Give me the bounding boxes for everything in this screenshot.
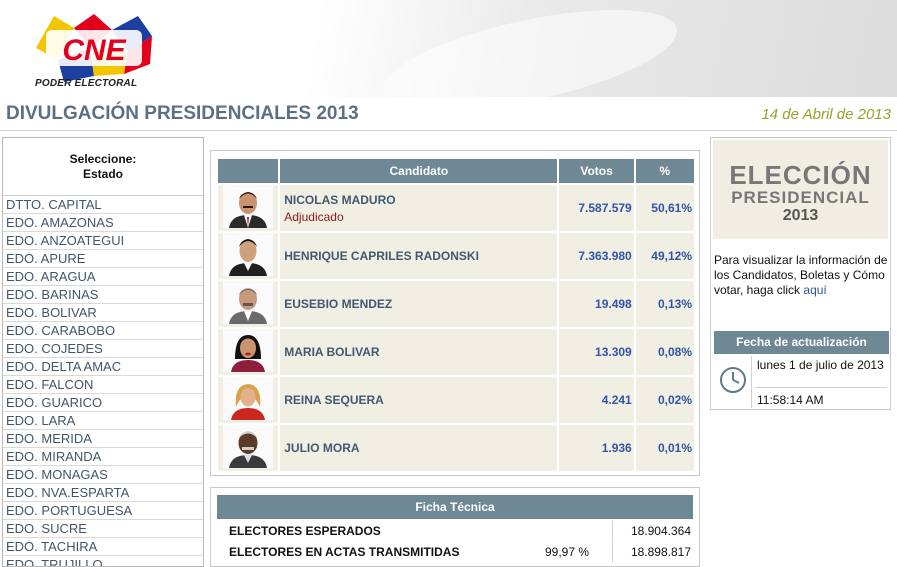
ficha-value: 18.898.817 (630, 545, 691, 559)
candidate-votes: 13.309 (559, 329, 634, 375)
candidate-photo (223, 233, 274, 276)
state-item[interactable]: EDO. PORTUGUESA (3, 502, 203, 520)
state-item[interactable]: EDO. TRUJILLO (3, 556, 203, 566)
candidate-pct: 0,13% (635, 281, 694, 327)
ficha-label: ELECTORES EN ACTAS TRANSMITIDAS (229, 545, 460, 559)
state-item[interactable]: EDO. BARINAS (3, 286, 203, 304)
state-item[interactable]: EDO. MERIDA (3, 430, 203, 448)
state-item[interactable]: EDO. NVA.ESPARTA (3, 484, 203, 502)
state-item[interactable]: EDO. SUCRE (3, 520, 203, 538)
candidate-name: EUSEBIO MENDEZ (284, 297, 393, 311)
candidate-row: EUSEBIO MENDEZ 19.498 0,13% (218, 281, 694, 327)
candidate-pct: 0,08% (635, 329, 694, 375)
results-panel: Candidato Votos % NICOLAS MADURO Adjudica… (210, 150, 700, 476)
update-time: 11:58:14 AM (757, 393, 824, 407)
ficha-percent: 99,97 % (545, 545, 590, 559)
ficha-tecnica-panel: Ficha Técnica ELECTORES ESPERADOS 18.904… (210, 487, 700, 567)
candidate-row: JULIO MORA 1.936 0,01% (218, 425, 694, 471)
header-banner: CNE PODER ELECTORAL (0, 0, 897, 131)
eleccion-presidencial-banner[interactable]: ELECCIÓN PRESIDENCIAL 2013 (713, 140, 888, 239)
state-item[interactable]: EDO. ANZOATEGUI (3, 232, 203, 250)
state-item[interactable]: EDO. MIRANDA (3, 448, 203, 466)
candidate-name: NICOLAS MADURO (284, 192, 396, 207)
ficha-separator (612, 542, 613, 562)
state-item[interactable]: EDO. TACHIRA (3, 538, 203, 556)
clock-icon (720, 367, 746, 393)
candidate-photo (223, 329, 274, 372)
candidate-name: HENRIQUE CAPRILES RADONSKI (284, 249, 479, 263)
ficha-row-transmitted: ELECTORES EN ACTAS TRANSMITIDAS 99,97 % … (217, 542, 693, 562)
state-item[interactable]: DTTO. CAPITAL (3, 196, 203, 214)
update-title: Fecha de actualización (714, 331, 889, 354)
ficha-value: 18.904.364 (630, 524, 691, 538)
candidate-photo (223, 377, 274, 420)
svg-text:CNE: CNE (62, 34, 126, 67)
candidate-pct: 0,02% (635, 377, 694, 423)
candidate-row: NICOLAS MADURO Adjudicado 7.587.579 50,61… (218, 185, 694, 231)
election-date: 14 de Abril de 2013 (761, 106, 891, 123)
update-divider (755, 387, 887, 388)
state-item[interactable]: EDO. COJEDES (3, 340, 203, 358)
banner-line-3: 2013 (782, 207, 819, 224)
candidate-row: MARIA BOLIVAR 13.309 0,08% (218, 329, 694, 375)
results-table: Candidato Votos % NICOLAS MADURO Adjudica… (216, 157, 696, 473)
candidate-photo (223, 185, 274, 228)
ficha-separator (612, 521, 613, 541)
info-text: Para visualizar la información de los Ca… (714, 253, 888, 297)
state-selector: Seleccione: Estado DTTO. CAPITAL EDO. AM… (2, 137, 204, 567)
candidate-row: REINA SEQUERA 4.241 0,02% (218, 377, 694, 423)
candidate-pct: 49,12% (635, 233, 694, 279)
votes-column-header: Votos (559, 159, 634, 183)
header-decoration (374, 0, 686, 131)
results-header-row: Candidato Votos % (218, 159, 694, 183)
divider (0, 130, 897, 131)
candidate-photo (223, 425, 274, 468)
state-item[interactable]: EDO. CARABOBO (3, 322, 203, 340)
adjudicado-label: Adjudicado (284, 209, 344, 224)
state-item[interactable]: EDO. AMAZONAS (3, 214, 203, 232)
ficha-row-expected: ELECTORES ESPERADOS 18.904.364 (217, 521, 693, 541)
state-item[interactable]: EDO. LARA (3, 412, 203, 430)
ficha-label: ELECTORES ESPERADOS (229, 524, 381, 538)
state-item[interactable]: EDO. APURE (3, 250, 203, 268)
state-item[interactable]: EDO. MONAGAS (3, 466, 203, 484)
page-title: DIVULGACIÓN PRESIDENCIALES 2013 (6, 103, 359, 124)
state-item[interactable]: EDO. BOLIVAR (3, 304, 203, 322)
state-item[interactable]: EDO. FALCON (3, 376, 203, 394)
candidate-votes: 1.936 (559, 425, 634, 471)
ficha-tecnica-title: Ficha Técnica (217, 495, 693, 519)
state-item[interactable]: EDO. ARAGUA (3, 268, 203, 286)
state-selector-heading: Seleccione: Estado (3, 138, 203, 196)
state-item[interactable]: EDO. GUARICO (3, 394, 203, 412)
candidate-votes: 4.241 (559, 377, 634, 423)
photo-column-header (218, 159, 279, 183)
banner-line-1: ELECCIÓN (729, 160, 872, 190)
candidate-pct: 50,61% (635, 185, 694, 231)
candidate-votes: 19.498 (559, 281, 634, 327)
candidate-votes: 7.363.980 (559, 233, 634, 279)
candidate-pct: 0,01% (635, 425, 694, 471)
candidate-photo (223, 281, 274, 324)
candidate-row: HENRIQUE CAPRILES RADONSKI 7.363.980 49,… (218, 233, 694, 279)
candidate-name: JULIO MORA (284, 441, 360, 455)
state-item[interactable]: EDO. DELTA AMAC (3, 358, 203, 376)
update-date: lunes 1 de julio de 2013 (757, 358, 884, 372)
pct-column-header: % (635, 159, 694, 183)
candidate-name: MARIA BOLIVAR (284, 345, 380, 359)
banner-line-2: PRESIDENCIAL (731, 188, 870, 207)
candidate-column-header: Candidato (280, 159, 558, 183)
candidate-votes: 7.587.579 (559, 185, 634, 231)
election-info-panel: ELECCIÓN PRESIDENCIAL 2013 Para visualiz… (710, 137, 891, 410)
update-divider (751, 356, 752, 408)
candidate-name: REINA SEQUERA (284, 393, 384, 407)
logo-subtitle: PODER ELECTORAL (35, 78, 138, 89)
info-link[interactable]: aquí (803, 283, 826, 297)
